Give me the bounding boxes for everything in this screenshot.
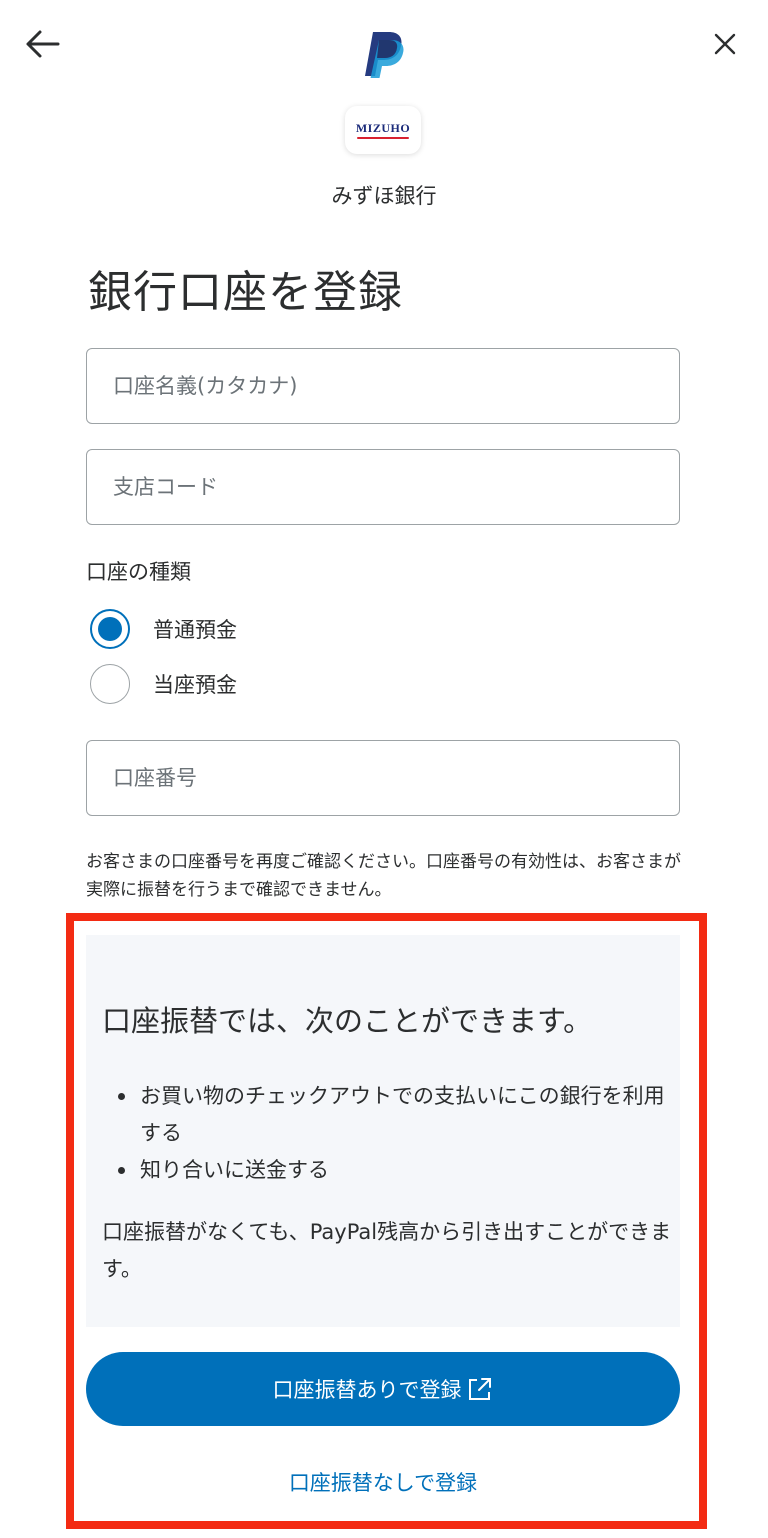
radio-label-checking: 当座預金 <box>153 673 237 697</box>
register-with-direct-debit-label: 口座振替ありで登録 <box>272 1378 462 1402</box>
bank-logo: MIZUHO <box>345 106 421 154</box>
radio-label-ordinary: 普通預金 <box>153 618 237 642</box>
account-number-field[interactable] <box>86 740 680 816</box>
info-heading: 口座振替では、次のことができます。 <box>102 1004 593 1038</box>
info-bullet-list: お買い物のチェックアウトでの支払いにこの銀行を利用する 知り合いに送金する <box>102 1078 672 1189</box>
account-type-label: 口座の種類 <box>86 560 191 584</box>
radio-ordinary-deposit[interactable]: 普通預金 <box>90 607 350 651</box>
list-item: お買い物のチェックアウトでの支払いにこの銀行を利用する <box>102 1078 672 1152</box>
close-button[interactable] <box>705 24 745 64</box>
register-without-direct-debit-link[interactable]: 口座振替なしで登録 <box>86 1462 680 1502</box>
register-with-direct-debit-button[interactable]: 口座振替ありで登録 <box>86 1352 680 1426</box>
back-button[interactable] <box>22 24 62 64</box>
external-link-icon <box>466 1375 494 1403</box>
radio-selected-icon[interactable] <box>90 609 130 649</box>
list-item: 知り合いに送金する <box>102 1152 672 1189</box>
account-holder-input[interactable] <box>87 349 679 423</box>
account-holder-field[interactable] <box>86 348 680 424</box>
bank-name: みずほ銀行 <box>331 184 437 208</box>
paypal-logo-icon <box>359 28 407 80</box>
close-icon <box>714 33 736 55</box>
bank-logo-text: MIZUHO <box>355 120 411 135</box>
account-number-input[interactable] <box>87 741 679 815</box>
arrow-left-icon <box>26 30 60 58</box>
account-number-notice: お客さまの口座番号を再度ご確認ください。口座番号の有効性は、お客さまが実際に振替… <box>86 852 681 900</box>
info-note: 口座振替がなくても、PayPal残高から引き出すことができます。 <box>102 1220 672 1281</box>
radio-unselected-icon[interactable] <box>90 664 130 704</box>
radio-dot <box>98 617 122 641</box>
branch-code-input[interactable] <box>87 450 679 524</box>
page-title: 銀行口座を登録 <box>88 267 403 318</box>
bank-logo-stripe <box>357 136 409 139</box>
radio-checking-deposit[interactable]: 当座預金 <box>90 662 350 706</box>
branch-code-field[interactable] <box>86 449 680 525</box>
